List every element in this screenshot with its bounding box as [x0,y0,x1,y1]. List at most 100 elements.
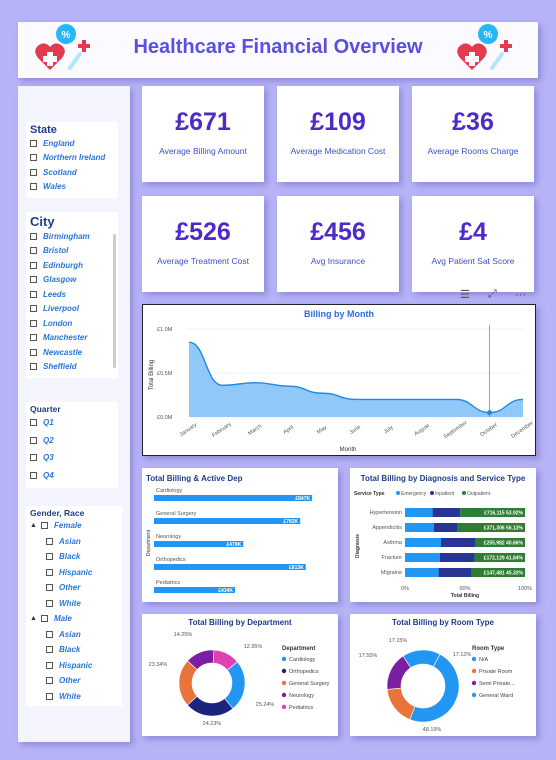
checkbox[interactable] [30,454,37,462]
state-option-england[interactable]: England [30,136,114,151]
checkbox[interactable] [30,261,37,269]
city-scrollbar[interactable] [113,234,116,368]
legend-marker [281,704,287,710]
checkbox[interactable] [30,436,37,444]
race-option-asian[interactable]: Asian [30,627,118,643]
bar[interactable] [154,518,301,524]
checkbox[interactable] [46,599,53,607]
gender-group-male[interactable]: ▲ Male [30,611,118,627]
bar-segment[interactable] [438,568,471,577]
collapse-caret-icon[interactable]: ▲ [30,615,38,622]
billing-by-month-chart[interactable]: Billing by Month £0.0M £0.5M £1.0M January F… [142,304,536,456]
kpi-card[interactable]: £526 Average Treatment Cost [142,196,264,292]
city-option-glasgow[interactable]: Glasgow [30,273,114,288]
race-option-other[interactable]: Other [30,673,118,689]
option-label: Hispanic [59,567,93,577]
room-type-donut-chart[interactable]: Total Billing by Room Type 48.19% 17.55% 1… [350,614,536,736]
checkbox[interactable] [30,276,37,284]
kpi-card[interactable]: £109 Average Medication Cost [277,86,399,182]
checkbox[interactable] [46,677,53,685]
more-options-icon[interactable]: ⋯ [515,288,526,301]
checkbox[interactable] [46,692,53,700]
race-option-hispanic[interactable]: Hispanic [30,565,118,581]
checkbox[interactable] [30,471,37,479]
quarter-option-q1[interactable]: Q1 [30,414,114,432]
bar[interactable] [154,564,306,570]
checkbox[interactable] [30,168,37,176]
checkbox[interactable] [30,363,37,371]
checkbox[interactable] [46,553,53,561]
city-option-bristol[interactable]: Bristol [30,244,114,259]
legend-marker [471,656,477,662]
race-option-black[interactable]: Black [30,642,118,658]
checkbox[interactable] [46,646,53,654]
state-option-wales[interactable]: Wales [30,180,114,195]
race-option-white[interactable]: White [30,596,118,612]
y-axis-title: Total Billing [149,360,155,390]
checkbox[interactable] [41,522,48,530]
city-option-manchester[interactable]: Manchester [30,331,114,346]
checkbox[interactable] [30,334,37,342]
billing-by-department-bar-chart[interactable]: Total Billing & Active Dep Cardiology £84… [142,468,338,602]
gender-group-female[interactable]: ▲ Female [30,518,118,534]
checkbox[interactable] [46,584,53,592]
checkbox[interactable] [46,661,53,669]
bar-segment[interactable] [405,508,433,517]
city-option-newcastle[interactable]: Newcastle [30,345,114,360]
kpi-card[interactable]: £4 Avg Patient Sat Score [412,196,534,292]
donut-slice[interactable] [386,687,416,720]
race-option-other[interactable]: Other [30,580,118,596]
state-option-scotland[interactable]: Scotland [30,165,114,180]
checkbox[interactable] [30,139,37,147]
city-option-london[interactable]: London [30,316,114,331]
checkbox[interactable] [30,247,37,255]
bar-segment[interactable] [432,508,461,517]
checkbox[interactable] [30,319,37,327]
checkbox[interactable] [30,154,37,162]
checkbox[interactable] [30,232,37,240]
kpi-card[interactable]: £456 Avg Insurance [277,196,399,292]
bar-segment[interactable] [405,523,434,532]
checkbox[interactable] [46,537,53,545]
checkbox[interactable] [30,305,37,313]
bar-segment[interactable] [405,538,441,547]
race-option-asian[interactable]: Asian [30,534,118,550]
bar[interactable] [154,495,313,501]
checkbox[interactable] [30,419,37,427]
race-option-black[interactable]: Black [30,549,118,565]
checkbox[interactable] [30,183,37,191]
quarter-option-q4[interactable]: Q4 [30,467,114,485]
bar-segment[interactable] [439,553,475,562]
checkbox[interactable] [30,290,37,298]
checkbox[interactable] [46,630,53,638]
bar-segment[interactable] [433,523,458,532]
department-donut-chart[interactable]: Total Billing by Department 25.24% 24.23%… [142,614,338,736]
gender-race-slicer: Gender, Race ▲ Female Asian Black Hispanic Ot… [26,506,122,706]
bar-segment[interactable] [405,568,439,577]
filter-icon[interactable]: ☰ [460,288,470,301]
city-option-liverpool[interactable]: Liverpool [30,302,114,317]
kpi-card[interactable]: £671 Average Billing Amount [142,86,264,182]
data-label: £813K [289,565,304,571]
city-option-edinburgh[interactable]: Edinburgh [30,258,114,273]
checkbox[interactable] [30,348,37,356]
quarter-option-q3[interactable]: Q3 [30,449,114,467]
x-tick-label: March [247,423,263,437]
city-option-sheffield[interactable]: Sheffield [30,360,114,375]
city-option-birmingham[interactable]: Birmingham [30,229,114,244]
collapse-caret-icon[interactable]: ▲ [30,522,38,529]
city-option-leeds[interactable]: Leeds [30,287,114,302]
race-option-hispanic[interactable]: Hispanic [30,658,118,674]
state-option-northern-ireland[interactable]: Northern Ireland [30,151,114,166]
race-option-white[interactable]: White [30,689,118,705]
checkbox[interactable] [41,615,48,623]
billing-by-diagnosis-chart[interactable]: Total Billing by Diagnosis and Service T… [350,468,536,602]
checkbox[interactable] [46,568,53,576]
quarter-option-q2[interactable]: Q2 [30,432,114,450]
kpi-card[interactable]: £36 Average Rooms Charge [412,86,534,182]
bar-segment[interactable] [405,553,440,562]
bar-segment[interactable] [441,538,476,547]
legend-item: Cardiology [289,657,316,663]
focus-mode-icon[interactable]: ⤢ [488,288,497,301]
data-point[interactable] [487,410,493,416]
